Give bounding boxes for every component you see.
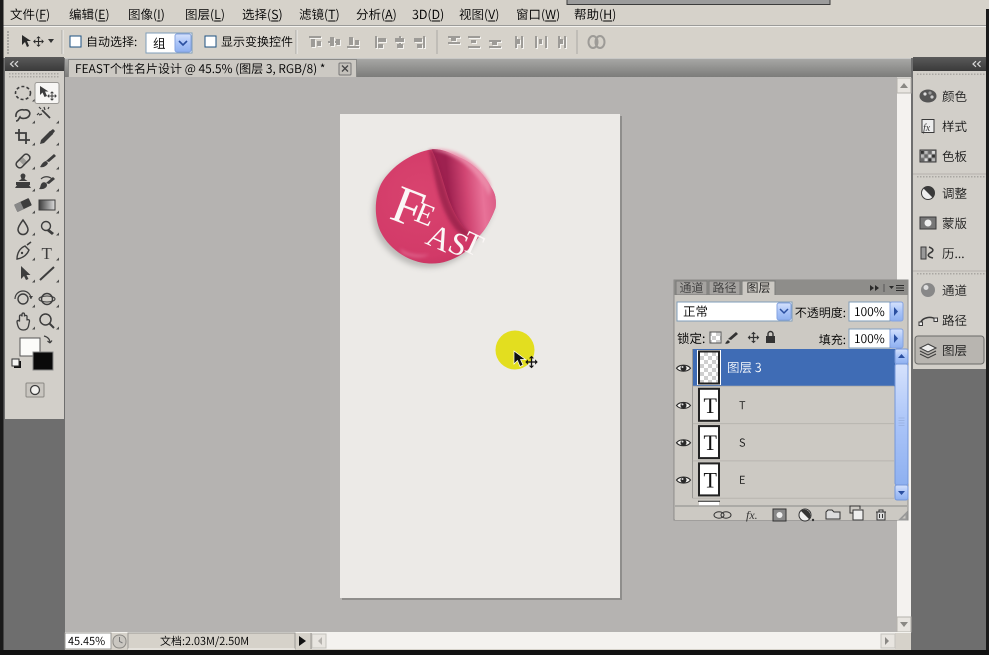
svg-text:T: T	[704, 393, 718, 418]
svg-text:T: T	[42, 244, 53, 263]
svg-text:T: T	[704, 467, 718, 492]
svg-text:fx.: fx.	[746, 508, 758, 522]
svg-text:fx: fx	[923, 123, 931, 134]
svg-text:T: T	[704, 430, 718, 455]
